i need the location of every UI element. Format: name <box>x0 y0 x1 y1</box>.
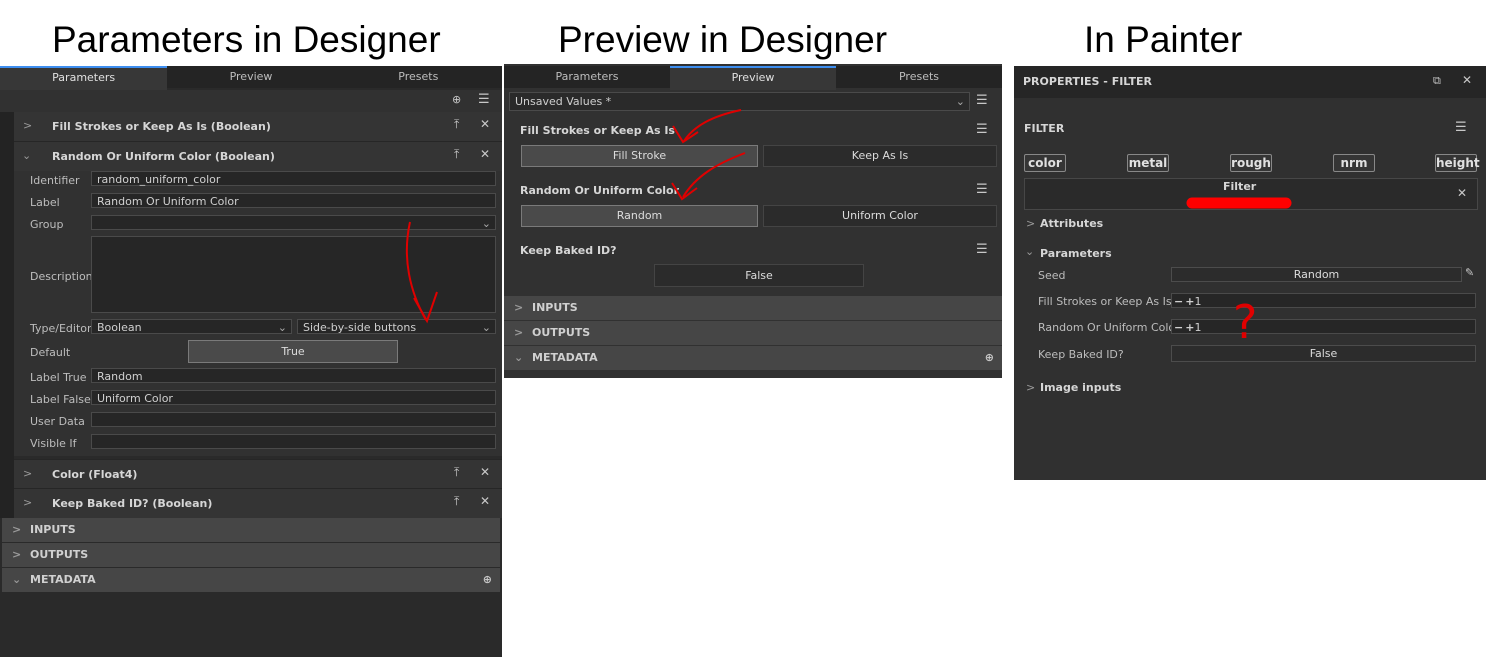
annotation-arrowhead <box>413 291 438 324</box>
annotation-arrowhead <box>671 182 698 201</box>
annotation-arrowhead <box>672 125 699 144</box>
annotation-overlay: ? <box>405 109 1292 349</box>
annotation-arrow-editor <box>405 221 427 321</box>
annotation-question-mark: ? <box>1233 295 1257 349</box>
